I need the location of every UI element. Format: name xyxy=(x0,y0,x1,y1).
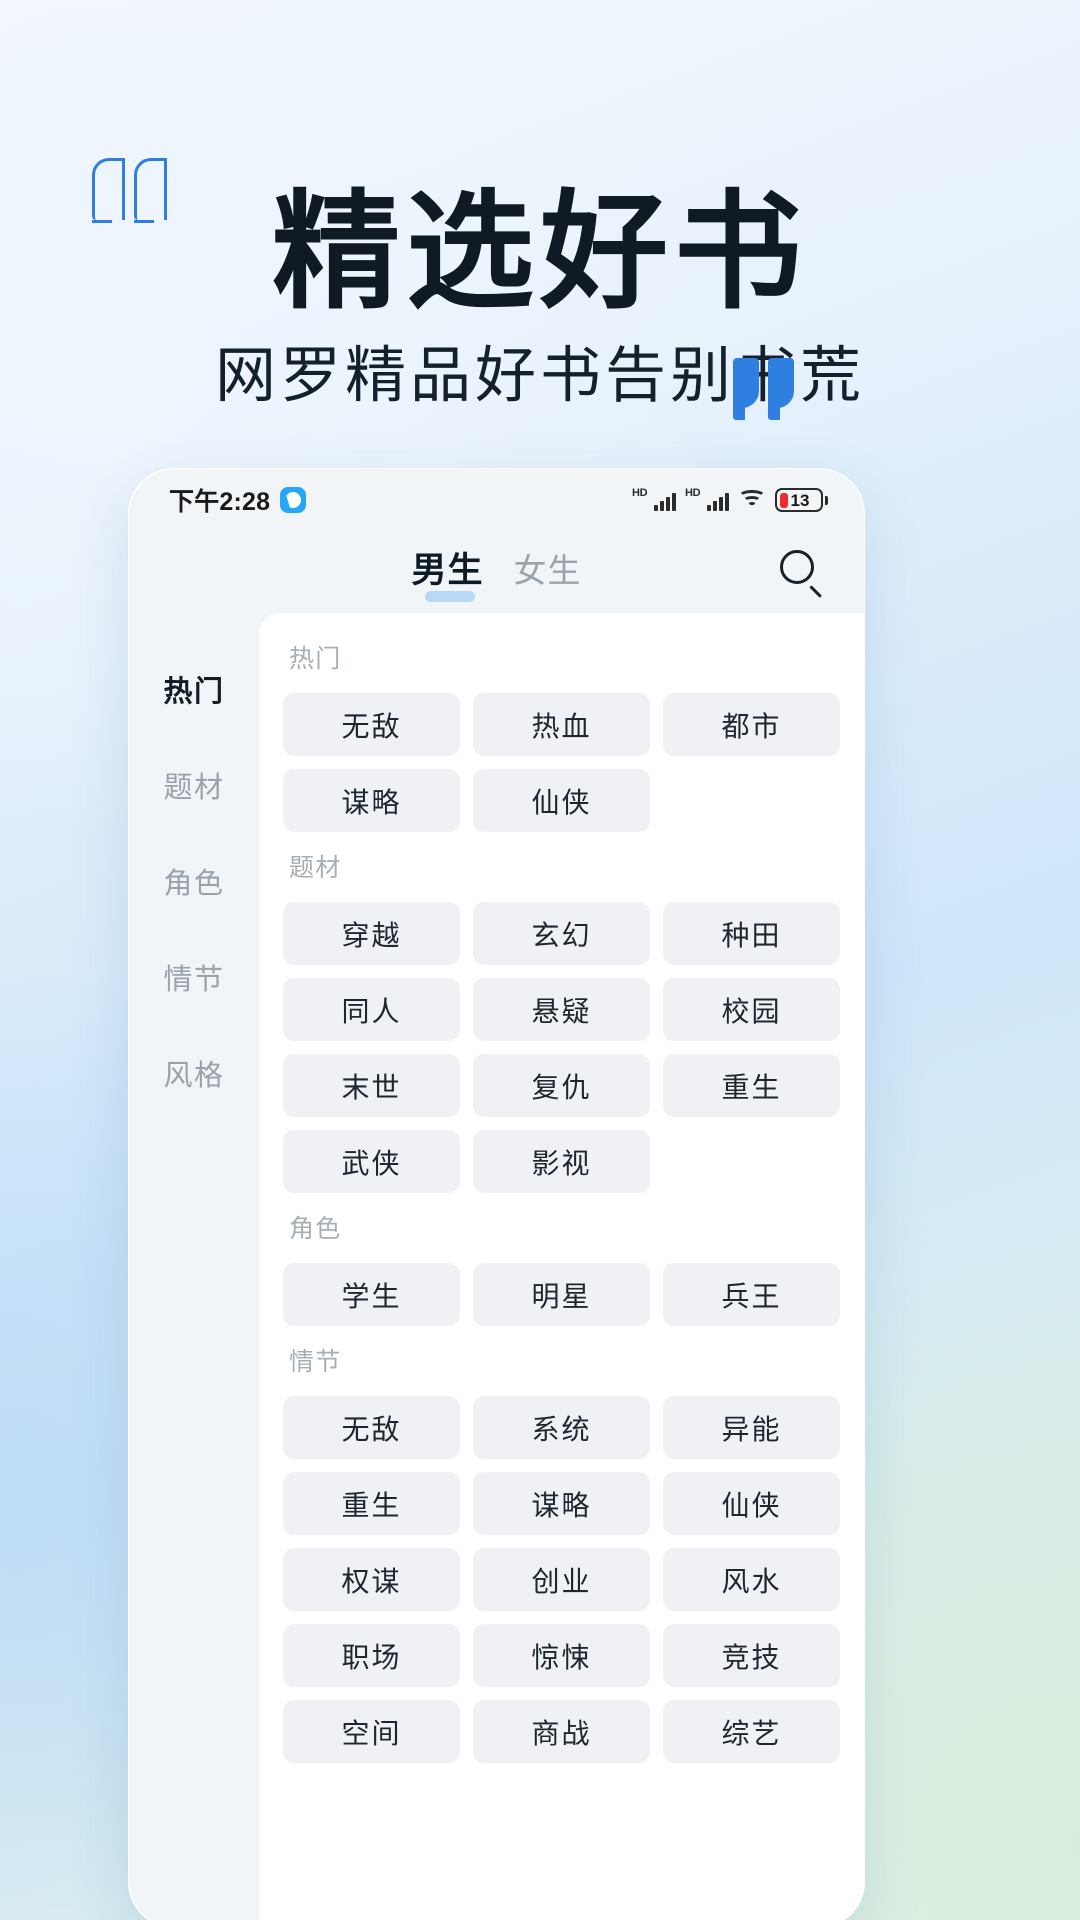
tag-chip[interactable]: 空间 xyxy=(283,1700,460,1763)
gender-tab-list: 男生 女生 xyxy=(411,542,581,602)
tag-chip[interactable]: 悬疑 xyxy=(473,978,650,1041)
status-time: 下午2:28 xyxy=(169,488,271,516)
tag-group-title: 题材 xyxy=(289,854,342,882)
tag-chip[interactable]: 复仇 xyxy=(473,1054,650,1117)
tag-chip[interactable]: 创业 xyxy=(473,1548,650,1611)
tag-chip[interactable]: 谋略 xyxy=(473,1472,650,1535)
nav-bar: 男生 女生 xyxy=(129,531,864,613)
tag-chip[interactable]: 谋略 xyxy=(283,769,460,832)
tag-group-title: 情节 xyxy=(289,1348,342,1376)
sidebar-item-hot[interactable]: 热门 xyxy=(129,641,259,737)
tag-chip[interactable]: 职场 xyxy=(283,1624,460,1687)
wifi-icon xyxy=(738,489,766,511)
tag-group: 情节无敌 系统 异能重生 谋略 仙侠权谋 创业 风水职场 惊悚 竞技空间 商战 综艺 xyxy=(283,1342,840,1763)
tag-chip[interactable]: 种田 xyxy=(663,902,840,965)
page-subtitle: 网罗精品好书告别书荒 xyxy=(214,341,865,409)
status-bar: 下午2:28 HD HD 13 xyxy=(129,469,864,531)
tag-chip[interactable]: 同人 xyxy=(283,978,460,1041)
tag-chip[interactable]: 仙侠 xyxy=(473,769,650,832)
tag-chip[interactable]: 玄幻 xyxy=(473,902,650,965)
tab-female[interactable]: 女生 xyxy=(514,544,582,601)
battery-cap xyxy=(825,495,828,505)
tag-group: 热门无敌 热血 都市谋略 仙侠 xyxy=(283,639,840,832)
tag-chip[interactable]: 学生 xyxy=(283,1263,460,1326)
tag-chip[interactable]: 无敌 xyxy=(283,1396,460,1459)
tag-chip[interactable]: 无敌 xyxy=(283,693,460,756)
promo-page: 精选好书 网罗精品好书告别书荒 下午2:28 HD HD 13 男生 女生 热门… xyxy=(0,0,1080,1920)
tag-chip[interactable]: 穿越 xyxy=(283,902,460,965)
phone-screen: 下午2:28 HD HD 13 男生 女生 热门 题材 角色 情节 风格 热门 … xyxy=(129,469,864,1920)
status-bar-right: HD HD 13 xyxy=(632,487,828,512)
search-icon[interactable] xyxy=(778,548,826,598)
hd-label-2: HD xyxy=(685,487,701,499)
tag-chip[interactable]: 武侠 xyxy=(283,1130,460,1193)
tag-chip[interactable]: 综艺 xyxy=(663,1700,840,1763)
tag-chip[interactable]: 重生 xyxy=(663,1054,840,1117)
sidebar-item-role[interactable]: 角色 xyxy=(129,833,259,929)
page-title: 精选好书 xyxy=(271,182,808,324)
tag-chip[interactable]: 惊悚 xyxy=(473,1624,650,1687)
sidebar-item-theme[interactable]: 题材 xyxy=(129,737,259,833)
cellular-signal-1-icon: HD xyxy=(632,487,676,511)
status-bar-left: 下午2:28 xyxy=(169,482,307,518)
tag-grid: 无敌 系统 异能重生 谋略 仙侠权谋 创业 风水职场 惊悚 竞技空间 商战 综艺 xyxy=(283,1396,840,1763)
category-browser: 热门 题材 角色 情节 风格 热门 无敌 热血 都市 谋略 仙侠 题材 穿越 玄幻 种田 同人 悬疑校… xyxy=(129,613,864,1920)
tag-chip[interactable]: 校园 xyxy=(663,978,840,1041)
tab-male[interactable]: 男生 xyxy=(411,542,483,602)
sidebar-item-plot[interactable]: 情节 xyxy=(129,929,259,1025)
tag-chip[interactable]: 末世 xyxy=(283,1054,460,1117)
tag-group: 角色学生 明星 兵王 xyxy=(283,1209,840,1326)
quote-close-mark xyxy=(733,358,794,420)
tag-chip[interactable]: 热血 xyxy=(473,693,650,756)
tag-chip[interactable]: 竞技 xyxy=(663,1624,840,1687)
tag-chip[interactable]: 商战 xyxy=(473,1700,650,1763)
tag-chip[interactable]: 系统 xyxy=(473,1396,650,1459)
sidebar-item-style[interactable]: 风格 xyxy=(129,1025,259,1121)
hd-label-1: HD xyxy=(632,487,648,499)
tag-chip[interactable]: 都市 xyxy=(663,693,840,756)
tag-chip[interactable]: 重生 xyxy=(283,1472,460,1535)
tag-chip[interactable]: 仙侠 xyxy=(663,1472,840,1535)
tag-grid: 学生 明星 兵王 xyxy=(283,1263,840,1326)
tag-group-title: 热门 xyxy=(289,645,342,673)
battery-fill xyxy=(779,492,788,508)
cellular-signal-2-icon: HD xyxy=(685,487,729,511)
tag-chip[interactable]: 风水 xyxy=(663,1548,840,1611)
tag-chip[interactable]: 兵王 xyxy=(663,1263,840,1326)
tag-chip[interactable]: 影视 xyxy=(473,1130,650,1193)
phone-mockup: 下午2:28 HD HD 13 男生 女生 热门 题材 角色 情节 风格 热门 … xyxy=(128,468,865,1920)
tag-grid: 穿越 玄幻 种田同人 悬疑 校园末世 复仇 重生武侠 影视 xyxy=(283,902,840,1193)
tag-chip[interactable]: 权谋 xyxy=(283,1548,460,1611)
tag-group: 题材穿越 玄幻 种田同人 悬疑 校园末世 复仇 重生武侠 影视 xyxy=(283,848,840,1193)
app-badge-icon xyxy=(280,487,307,513)
tag-grid: 无敌 热血 都市谋略 仙侠 xyxy=(283,693,840,832)
category-sidebar: 热门 题材 角色 情节 风格 xyxy=(129,613,259,1920)
tag-chip[interactable]: 异能 xyxy=(663,1396,840,1459)
tag-chip[interactable]: 明星 xyxy=(473,1263,650,1326)
battery-icon: 13 xyxy=(775,488,828,512)
battery-percent: 13 xyxy=(790,490,810,510)
tag-panel: 热门 无敌 热血 都市 谋略 仙侠 题材 穿越 玄幻 种田 同人 悬疑 校园 末世 复仇 重生 武侠 影视 角色 学生… xyxy=(259,613,864,1920)
tag-group-title: 角色 xyxy=(289,1215,342,1243)
